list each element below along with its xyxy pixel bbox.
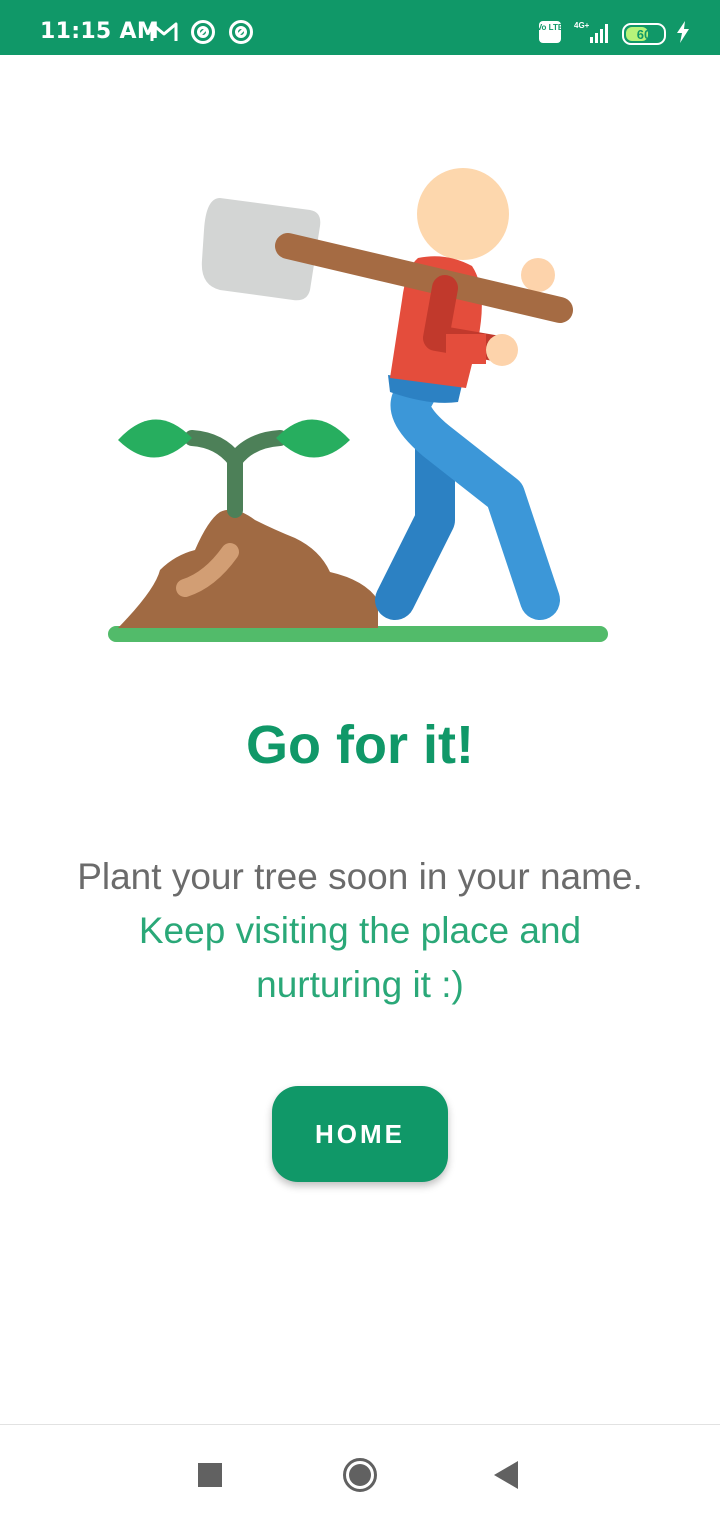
recents-icon — [198, 1463, 222, 1487]
head — [417, 168, 509, 260]
volte-icon: Vo LTE — [537, 20, 564, 49]
navigation-bar — [0, 1424, 720, 1521]
soil-mound — [118, 509, 378, 628]
sleeve-cuff — [446, 334, 486, 364]
person-with-shovel-illustration — [100, 160, 620, 650]
volte-label: Vo LTE — [538, 23, 562, 32]
battery-level: 60 — [636, 26, 652, 42]
status-time: 11:15 AM — [40, 19, 160, 44]
signal-icon: 4G+ — [572, 20, 612, 49]
sync-icon — [228, 19, 254, 50]
notification-icons — [150, 19, 254, 49]
back-leg — [375, 420, 455, 620]
back-button[interactable] — [486, 1455, 526, 1495]
sapling-leaf-left — [118, 419, 192, 458]
sync-icon — [190, 19, 216, 50]
message-highlight: Keep visiting the place and nurturing it… — [100, 904, 620, 1012]
home-icon — [343, 1458, 377, 1492]
sapling-stem — [184, 430, 288, 518]
recents-button[interactable] — [190, 1455, 230, 1495]
battery-icon: 60 — [622, 23, 666, 45]
network-label: 4G+ — [574, 21, 590, 30]
front-hand — [486, 334, 518, 366]
status-bar: 11:15 AM Vo LTE 4G+ 60 — [0, 0, 720, 55]
sapling-leaf-right — [276, 419, 350, 458]
ground-line — [108, 626, 608, 642]
gmail-icon — [150, 21, 178, 48]
home-button[interactable]: HOME — [272, 1086, 448, 1182]
message-line: Plant your tree soon in your name. — [77, 856, 643, 897]
message-highlight-text: Keep visiting the place and nurturing it… — [138, 910, 582, 1005]
back-hand — [521, 258, 555, 292]
system-icons: Vo LTE 4G+ 60 — [537, 19, 690, 49]
charging-icon — [676, 20, 690, 48]
back-icon — [494, 1461, 518, 1489]
message: Plant your tree soon in your name. Keep … — [0, 850, 720, 1012]
home-nav-button[interactable] — [340, 1455, 380, 1495]
page-title: Go for it! — [246, 715, 474, 775]
